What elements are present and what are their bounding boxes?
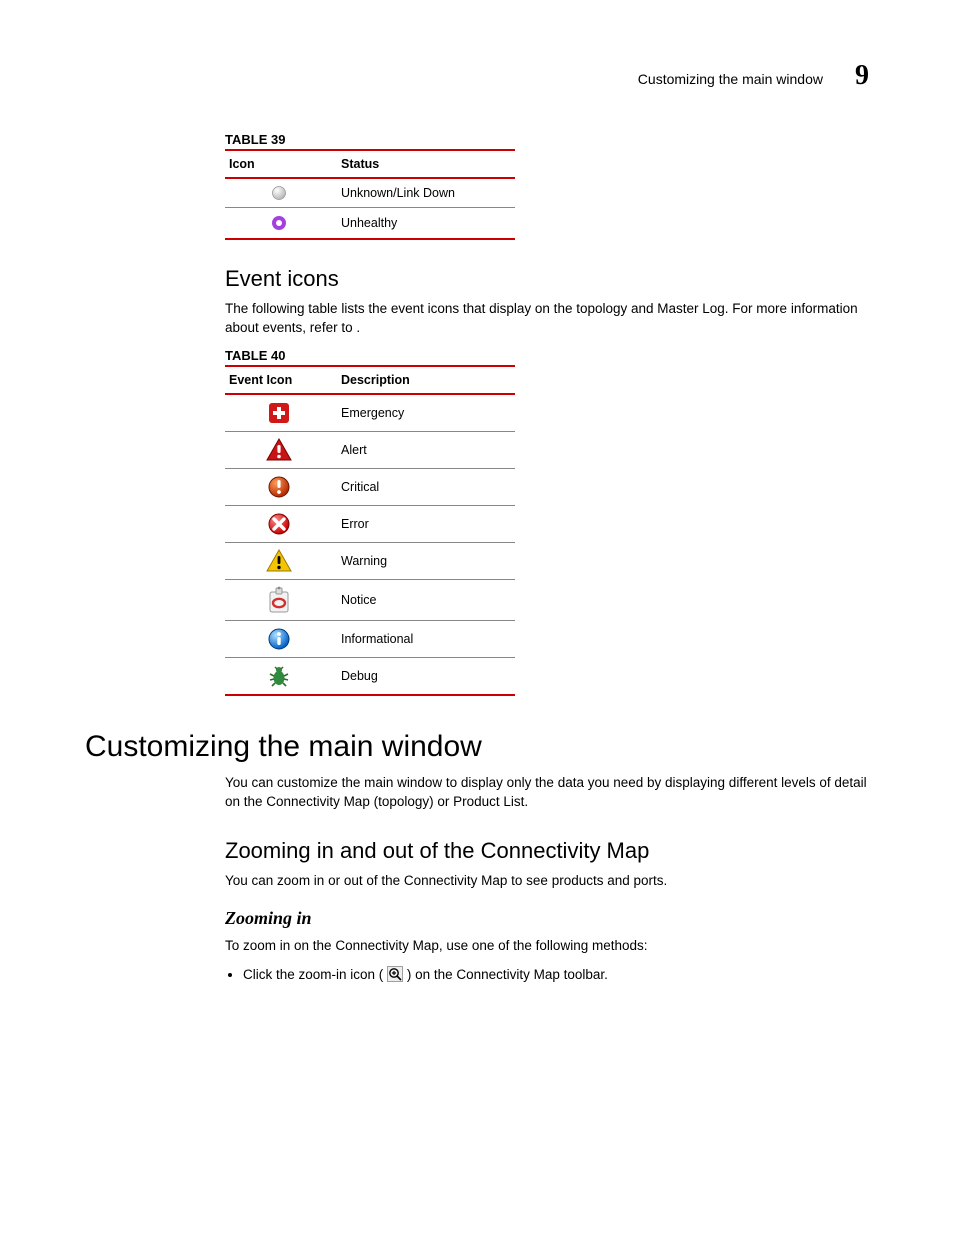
zoom-in-bullet-post: ) on the Connectivity Map toolbar.	[407, 967, 608, 982]
event-icons-heading: Event icons	[225, 266, 869, 292]
table40-desc-2: Critical	[337, 468, 515, 505]
event-notice-icon	[267, 586, 291, 614]
table40: Event Icon Description	[225, 365, 515, 696]
customizing-intro: You can customize the main window to dis…	[225, 774, 869, 812]
chapter-number: 9	[855, 60, 869, 92]
table-row: Critical	[225, 468, 515, 505]
table40-desc-4: Warning	[337, 542, 515, 579]
running-header-title: Customizing the main window	[638, 71, 823, 87]
table-row: Error	[225, 505, 515, 542]
table39-status-1: Unhealthy	[337, 208, 515, 240]
zooming-heading: Zooming in and out of the Connectivity M…	[225, 838, 869, 864]
table-row: Alert	[225, 431, 515, 468]
table40-header-icon: Event Icon	[225, 366, 337, 394]
event-informational-icon	[267, 627, 291, 651]
table40-header-desc: Description	[337, 366, 515, 394]
zooming-intro: You can zoom in or out of the Connectivi…	[225, 872, 869, 891]
zoom-in-icon	[387, 966, 403, 985]
zooming-in-methods: Click the zoom-in icon ( ) on the Connec…	[243, 966, 869, 985]
table-row: Emergency	[225, 394, 515, 432]
status-unknown-icon	[271, 185, 287, 201]
table40-desc-1: Alert	[337, 431, 515, 468]
customizing-heading: Customizing the main window	[85, 730, 869, 764]
table39: Icon Status Unknown/Link Down	[225, 149, 515, 240]
event-emergency-icon	[267, 401, 291, 425]
table-row: Unknown/Link Down	[225, 178, 515, 208]
event-alert-icon	[266, 438, 292, 462]
table-row: Warning	[225, 542, 515, 579]
zoom-in-bullet-pre: Click the zoom-in icon (	[243, 967, 383, 982]
event-critical-icon	[267, 475, 291, 499]
table39-header-icon: Icon	[225, 150, 337, 178]
list-item: Click the zoom-in icon ( ) on the Connec…	[243, 966, 869, 985]
table-row: Unhealthy	[225, 208, 515, 240]
table39-header-status: Status	[337, 150, 515, 178]
status-unhealthy-icon	[270, 214, 288, 232]
zooming-in-heading: Zooming in	[225, 908, 869, 929]
table-row: Debug	[225, 657, 515, 695]
table-row: Informational	[225, 620, 515, 657]
event-error-icon	[267, 512, 291, 536]
table40-desc-3: Error	[337, 505, 515, 542]
event-warning-icon	[266, 549, 292, 573]
zooming-in-intro: To zoom in on the Connectivity Map, use …	[225, 937, 869, 956]
table39-status-0: Unknown/Link Down	[337, 178, 515, 208]
table40-desc-6: Informational	[337, 620, 515, 657]
table40-caption: TABLE 40	[225, 348, 869, 363]
table39-caption: TABLE 39	[225, 132, 869, 147]
running-header: Customizing the main window 9	[85, 60, 869, 92]
table-row: Notice	[225, 579, 515, 620]
table40-desc-7: Debug	[337, 657, 515, 695]
event-icons-intro: The following table lists the event icon…	[225, 300, 869, 338]
event-debug-icon	[267, 664, 291, 688]
table40-desc-5: Notice	[337, 579, 515, 620]
table40-desc-0: Emergency	[337, 394, 515, 432]
